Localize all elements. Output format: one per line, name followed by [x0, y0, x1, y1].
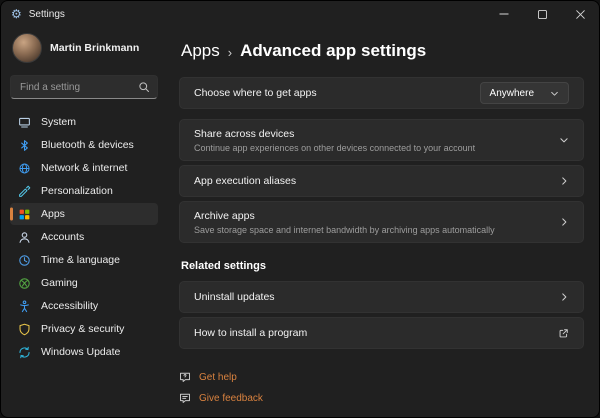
xbox-icon — [18, 277, 31, 290]
sidebar-item-accessibility[interactable]: Accessibility — [10, 295, 158, 317]
maximize-button[interactable] — [523, 1, 561, 27]
settings-app-icon: ⚙ — [11, 8, 22, 20]
sidebar-item-label: Personalization — [41, 185, 113, 197]
sidebar-item-accounts[interactable]: Accounts — [10, 226, 158, 248]
sidebar-item-gaming[interactable]: Gaming — [10, 272, 158, 294]
sidebar-item-label: Network & internet — [41, 162, 127, 174]
chevron-right-icon — [559, 176, 569, 186]
bluetooth-icon — [18, 139, 31, 152]
dropdown-value: Anywhere — [490, 88, 534, 99]
card-uninstall-updates[interactable]: Uninstall updates — [179, 281, 584, 313]
sidebar-item-system[interactable]: System — [10, 111, 158, 133]
selection-indicator — [10, 208, 13, 221]
card-title: Choose where to get apps — [194, 87, 317, 99]
get-help-icon — [179, 371, 191, 383]
give-feedback-icon — [179, 392, 191, 404]
help-links: Get help Give feedback — [179, 371, 584, 404]
chevron-right-icon — [559, 292, 569, 302]
give-feedback-label: Give feedback — [199, 393, 263, 404]
card-subtitle: Continue app experiences on other device… — [194, 143, 475, 153]
card-how-to-install-a-program[interactable]: How to install a program — [179, 317, 584, 349]
card-title: App execution aliases — [194, 175, 296, 187]
minimize-button[interactable] — [485, 1, 523, 27]
search-input[interactable] — [11, 76, 157, 98]
card-text: Share across devices Continue app experi… — [194, 128, 475, 153]
user-account-button[interactable]: Martin Brinkmann — [10, 31, 158, 65]
chevron-down-icon — [559, 135, 569, 145]
sidebar-item-apps[interactable]: Apps — [10, 203, 158, 225]
get-help-link[interactable]: Get help — [179, 371, 584, 383]
card-share-across-devices[interactable]: Share across devices Continue app experi… — [179, 119, 584, 161]
sidebar-item-label: Privacy & security — [41, 323, 124, 335]
clock-icon — [18, 254, 31, 267]
personalization-brush-icon — [18, 185, 31, 198]
close-icon — [576, 10, 585, 19]
shield-icon — [18, 323, 31, 336]
sidebar-item-label: Bluetooth & devices — [41, 139, 134, 151]
sidebar-item-label: Time & language — [41, 254, 120, 266]
main-content: Apps › Advanced app settings Choose wher… — [167, 27, 599, 417]
accessibility-person-icon — [18, 300, 31, 313]
chevron-down-icon — [550, 89, 559, 98]
card-title: Archive apps — [194, 210, 495, 222]
sidebar-item-label: Gaming — [41, 277, 78, 289]
card-choose-where-to-get-apps: Choose where to get apps Anywhere — [179, 77, 584, 109]
sidebar-item-network-internet[interactable]: Network & internet — [10, 157, 158, 179]
breadcrumb-separator-icon: › — [228, 43, 232, 60]
sidebar-item-label: Accessibility — [41, 300, 98, 312]
avatar — [12, 33, 42, 63]
sidebar-item-label: Windows Update — [41, 346, 120, 358]
breadcrumb: Apps › Advanced app settings — [181, 41, 584, 61]
sidebar: Martin Brinkmann System Bluetooth & devi… — [1, 27, 167, 417]
search-icon — [138, 81, 150, 93]
apps-grid-icon — [18, 208, 31, 221]
window-title: Settings — [29, 9, 65, 20]
breadcrumb-apps[interactable]: Apps — [181, 41, 220, 61]
sidebar-item-label: System — [41, 116, 76, 128]
sidebar-item-windows-update[interactable]: Windows Update — [10, 341, 158, 363]
system-icon — [18, 116, 31, 129]
close-button[interactable] — [561, 1, 599, 27]
give-feedback-link[interactable]: Give feedback — [179, 392, 584, 404]
sidebar-nav: System Bluetooth & devices Network & int… — [10, 111, 158, 363]
get-apps-source-dropdown[interactable]: Anywhere — [480, 82, 569, 104]
sidebar-item-label: Accounts — [41, 231, 84, 243]
related-settings-header: Related settings — [181, 260, 584, 272]
sidebar-item-privacy-security[interactable]: Privacy & security — [10, 318, 158, 340]
page-title: Advanced app settings — [240, 41, 426, 61]
get-help-label: Get help — [199, 372, 237, 383]
user-name: Martin Brinkmann — [50, 42, 139, 54]
card-subtitle: Save storage space and internet bandwidt… — [194, 225, 495, 235]
minimize-icon — [499, 9, 509, 19]
globe-icon — [18, 162, 31, 175]
sidebar-item-bluetooth-devices[interactable]: Bluetooth & devices — [10, 134, 158, 156]
sidebar-item-time-language[interactable]: Time & language — [10, 249, 158, 271]
settings-window: ⚙ Settings Martin Brinkmann — [0, 0, 600, 418]
chevron-right-icon — [559, 217, 569, 227]
search-box — [10, 75, 158, 99]
update-arrows-icon — [18, 346, 31, 359]
sidebar-item-label: Apps — [41, 208, 65, 220]
external-link-icon — [558, 328, 569, 339]
window-controls — [485, 1, 599, 27]
sidebar-item-personalization[interactable]: Personalization — [10, 180, 158, 202]
card-title: Share across devices — [194, 128, 475, 140]
maximize-icon — [538, 10, 547, 19]
card-title: How to install a program — [194, 327, 307, 339]
card-title: Uninstall updates — [194, 291, 275, 303]
card-app-execution-aliases[interactable]: App execution aliases — [179, 165, 584, 197]
card-archive-apps[interactable]: Archive apps Save storage space and inte… — [179, 201, 584, 243]
person-icon — [18, 231, 31, 244]
card-text: Archive apps Save storage space and inte… — [194, 210, 495, 235]
